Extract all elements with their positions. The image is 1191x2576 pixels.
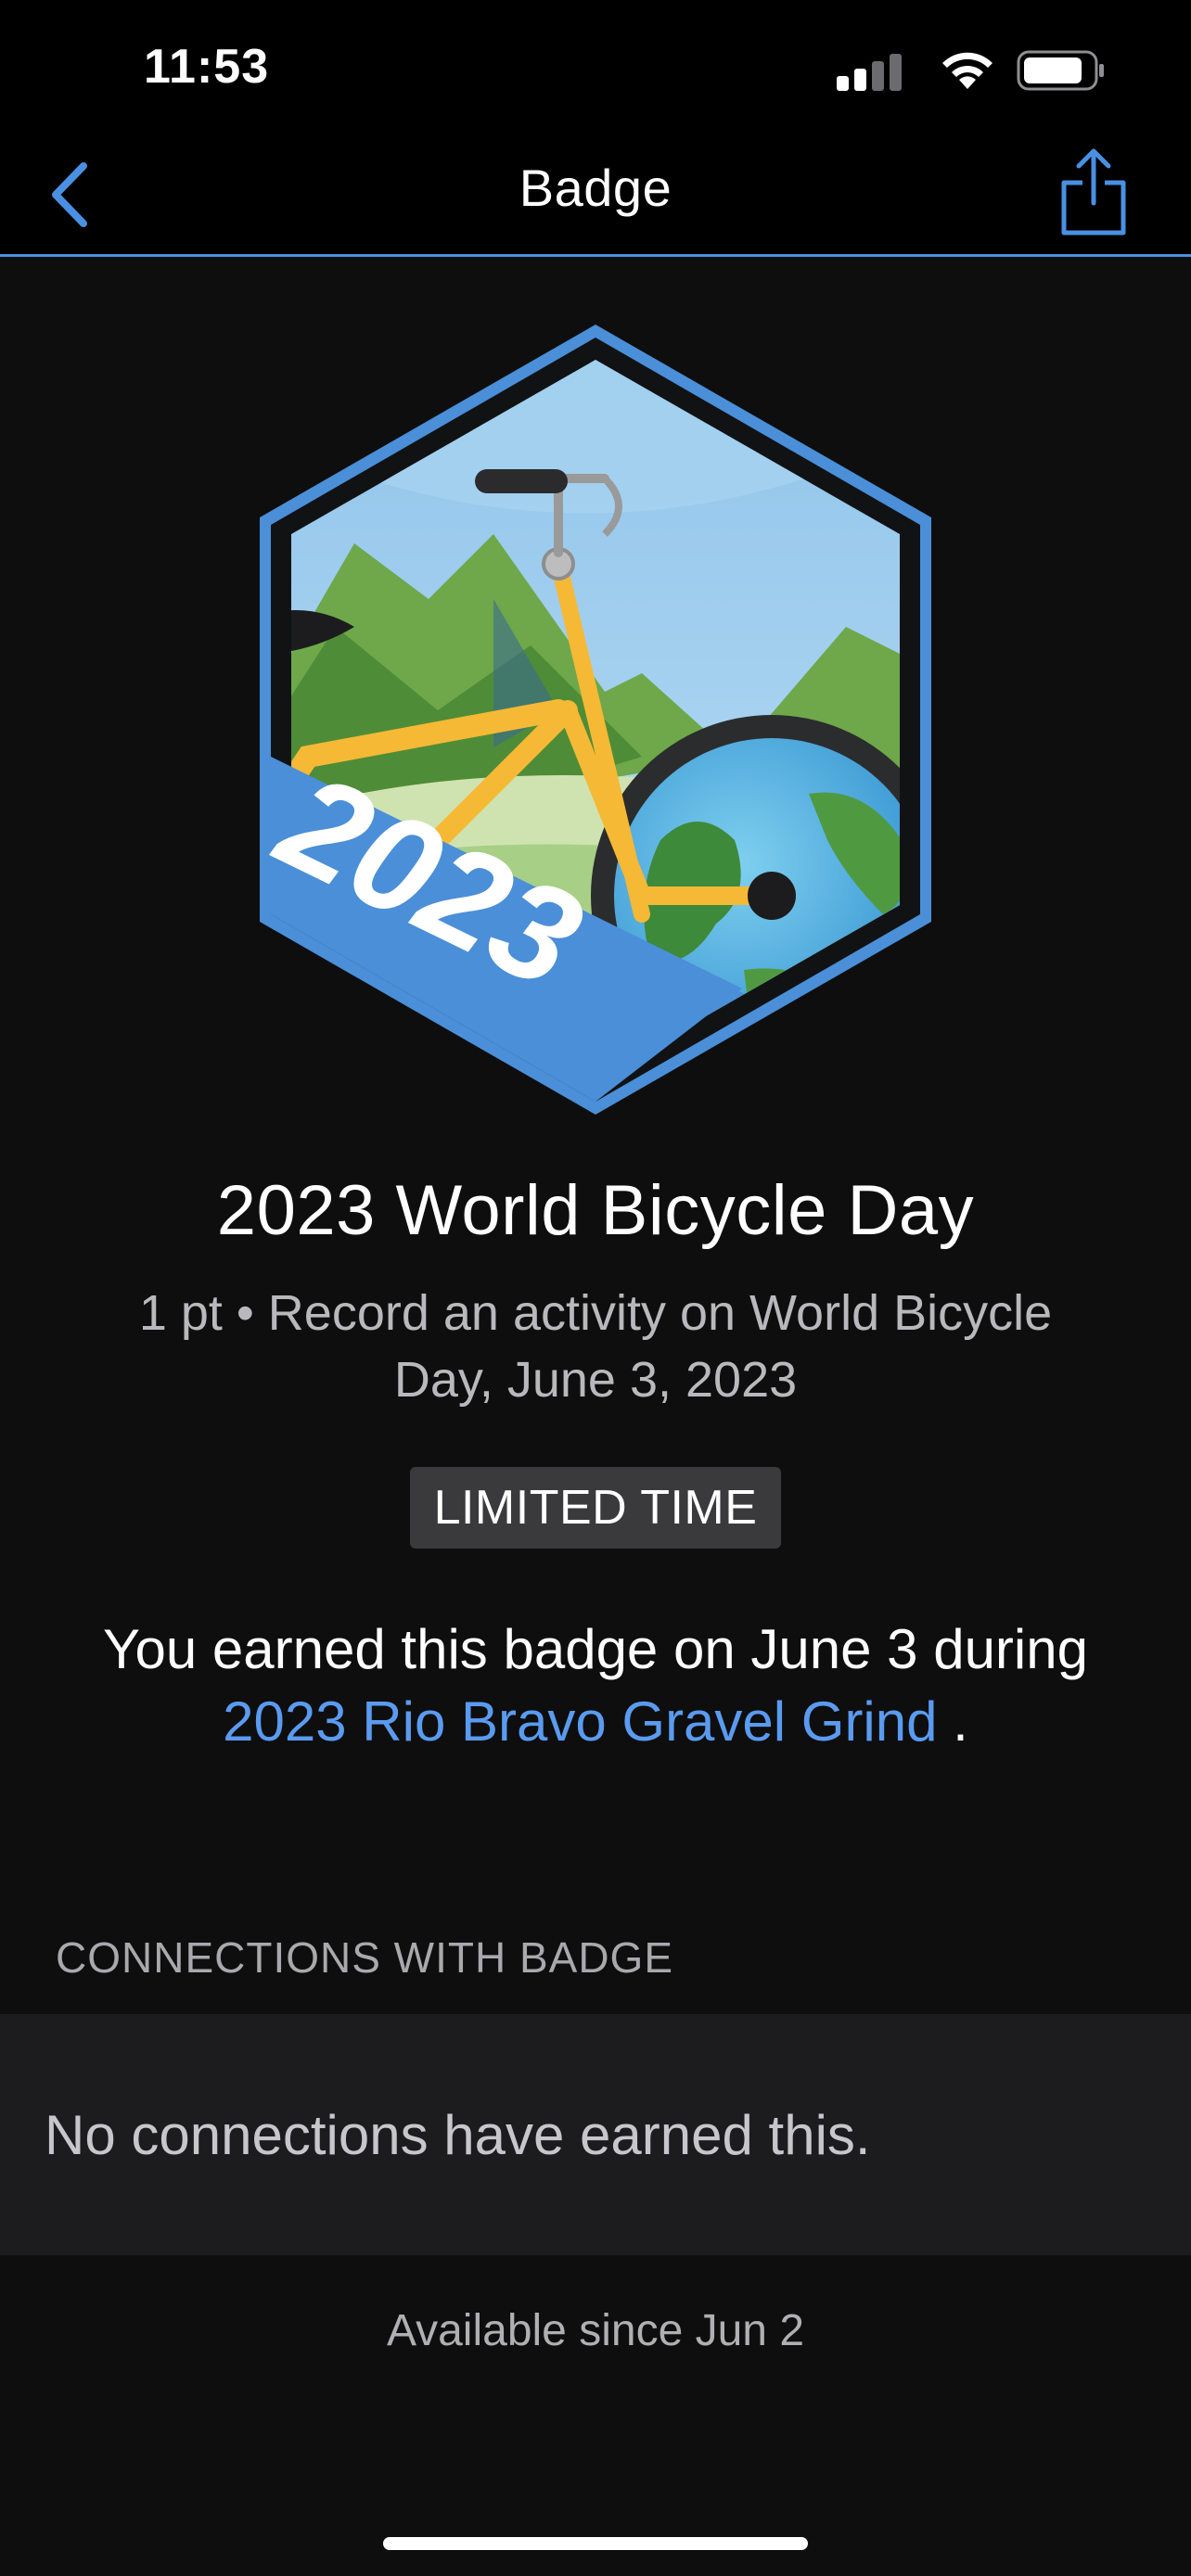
badge-image: 2023: [255, 325, 931, 1115]
available-since: Available since Jun 2: [386, 2306, 805, 2355]
connections-panel: No connections have earned this.: [0, 2014, 1191, 2255]
connections-header: CONNECTIONS WITH BADGE: [56, 1933, 674, 1982]
earned-prefix: You earned this badge on June 3 during: [103, 1618, 1088, 1680]
share-button[interactable]: [1052, 141, 1135, 243]
badge-description: 1 pt • Record an activity on World Bicyc…: [138, 1285, 1053, 1408]
status-bar: 11:53: [0, 0, 1191, 139]
earned-info: You earned this badge on June 3 during 2…: [56, 1613, 1135, 1758]
status-icons: [827, 48, 1106, 95]
page-title: Badge: [519, 159, 672, 217]
badge-title: 2023 World Bicycle Day: [216, 1171, 975, 1250]
limited-time-tag: LIMITED TIME: [409, 1467, 782, 1549]
earned-suffix: .: [937, 1690, 968, 1753]
nav-bar: Badge: [0, 139, 1191, 257]
cellular-signal-icon: [837, 54, 902, 91]
limited-time-row: LIMITED TIME: [0, 1467, 1191, 1549]
event-link[interactable]: 2023 Rio Bravo Gravel Grind: [223, 1690, 937, 1753]
no-connections-text: No connections have earned this.: [45, 2104, 871, 2166]
home-indicator[interactable]: [383, 2537, 808, 2550]
status-time: 11:53: [144, 40, 270, 94]
battery-icon: [1017, 50, 1104, 91]
share-icon: [1061, 148, 1126, 236]
wifi-icon: [942, 52, 992, 89]
